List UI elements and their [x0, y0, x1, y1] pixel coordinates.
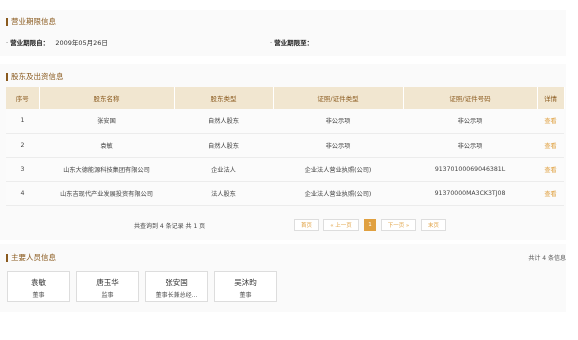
view-detail-link[interactable]: 查看 [537, 109, 564, 134]
cell-index: 1 [6, 109, 39, 134]
cell-index: 4 [6, 181, 39, 206]
col-header: 序号 [6, 87, 40, 109]
next-page-button[interactable]: 下一页 » [381, 219, 416, 231]
personnel-title: 主要人员信息 [6, 252, 56, 263]
cell-cert-type: 企业法人营业执照(公司) [273, 157, 403, 182]
person-name: 唐玉华 [96, 278, 119, 287]
table-header-row: 序号 股东名称 股东类型 证照/证件类型 证照/证件号码 详情 [6, 87, 565, 109]
col-header: 证照/证件类型 [273, 87, 404, 109]
person-role: 董事长兼总经... [155, 292, 198, 299]
cell-type: 自然人股东 [174, 133, 273, 158]
cell-cert-type: 企业法人营业执照(公司) [273, 181, 403, 206]
cell-name: 山东吉现代产业发展投资有限公司 [39, 181, 174, 206]
col-header: 详情 [537, 87, 565, 109]
person-name: 袁敏 [31, 278, 46, 287]
table-row: 3 山东大德能源科技集团有限公司 企业法人 企业法人营业执照(公司) 91370… [6, 157, 564, 182]
term-to-field: · 营业期限至： [270, 39, 314, 47]
table-row: 1 张安国 自然人股东 非公示项 非公示项 查看 [6, 109, 564, 134]
pagination-info: 共查询到 4 条记录 共 1 页 [134, 223, 206, 230]
term-from-field: · 营业期限自： 2009年05月26日 [6, 39, 108, 47]
cell-type: 企业法人 [174, 157, 273, 182]
person-card[interactable]: 张安国 董事长兼总经... [145, 271, 208, 302]
col-header: 股东名称 [39, 87, 175, 109]
term-from-label: 营业期限自： [10, 39, 50, 47]
person-role: 董事 [239, 292, 252, 299]
cell-cert-no: 91370000MA3CK3TJ08 [403, 181, 537, 206]
col-header: 股东类型 [174, 87, 274, 109]
table-row: 2 袁敏 自然人股东 非公示项 非公示项 查看 [6, 133, 564, 158]
person-card[interactable]: 吴沐昀 董事 [214, 271, 277, 302]
cell-type: 法人股东 [174, 181, 273, 206]
cell-name: 山东大德能源科技集团有限公司 [39, 157, 174, 182]
cell-type: 自然人股东 [174, 109, 273, 134]
last-page-button[interactable]: 末页 [421, 219, 446, 231]
cell-index: 3 [6, 157, 39, 182]
person-card[interactable]: 唐玉华 监事 [76, 271, 139, 302]
cell-cert-type: 非公示项 [273, 133, 403, 158]
cell-name: 张安国 [39, 109, 174, 134]
cell-cert-type: 非公示项 [273, 109, 403, 134]
prev-page-button[interactable]: « 上一页 [323, 219, 359, 231]
business-term-title: 营业期限信息 [6, 16, 56, 27]
business-term-panel [0, 10, 566, 56]
term-to-label: 营业期限至： [274, 39, 314, 47]
table-row: 4 山东吉现代产业发展投资有限公司 法人股东 企业法人营业执照(公司) 9137… [6, 181, 564, 206]
col-header: 证照/证件号码 [403, 87, 538, 109]
cell-cert-no: 91370100069046381L [403, 157, 537, 182]
page-1-button[interactable]: 1 [364, 219, 376, 231]
view-detail-link[interactable]: 查看 [537, 133, 564, 158]
person-role: 董事 [32, 292, 45, 299]
cell-cert-no: 非公示项 [403, 133, 537, 158]
pagination: 共查询到 4 条记录 共 1 页 首页 « 上一页 1 下一页 » 末页 [0, 218, 566, 232]
view-detail-link[interactable]: 查看 [537, 157, 564, 182]
cell-cert-no: 非公示项 [403, 109, 537, 134]
shareholders-title: 股东及出资信息 [6, 71, 64, 82]
shareholders-table: 序号 股东名称 股东类型 证照/证件类型 证照/证件号码 详情 1 张安国 自然… [6, 87, 565, 206]
person-name: 吴沐昀 [234, 278, 257, 287]
section-marker [6, 17, 8, 26]
term-from-value: 2009年05月26日 [55, 39, 108, 47]
personnel-count: 共计 4 条信息 [528, 255, 566, 262]
cell-index: 2 [6, 133, 39, 158]
person-name: 张安国 [165, 278, 188, 287]
person-role: 监事 [101, 292, 114, 299]
section-marker [6, 72, 8, 81]
first-page-button[interactable]: 首页 [294, 219, 319, 231]
section-marker [6, 253, 8, 262]
view-detail-link[interactable]: 查看 [537, 181, 564, 206]
cell-name: 袁敏 [39, 133, 174, 158]
person-card[interactable]: 袁敏 董事 [7, 271, 70, 302]
